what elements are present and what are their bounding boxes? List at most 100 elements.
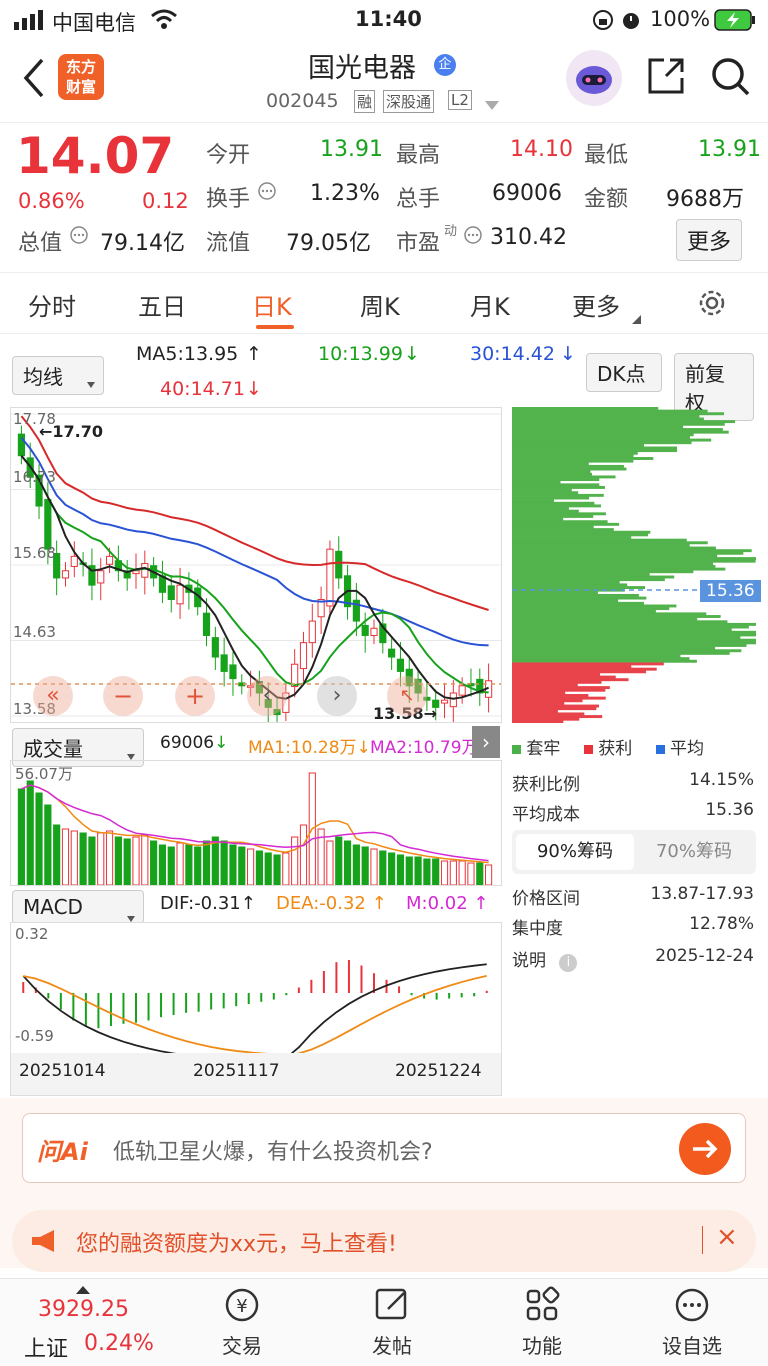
wifi-icon <box>150 8 178 35</box>
chip-row <box>512 586 645 589</box>
chip-row <box>512 562 714 566</box>
chip-row <box>512 559 756 563</box>
chip-row <box>512 670 647 674</box>
tab-more[interactable]: 更多 <box>572 287 620 322</box>
reset-button[interactable]: ↖ <box>387 676 427 716</box>
macd-m: M:0.02 ↑ <box>406 893 489 914</box>
chip-row <box>512 441 692 445</box>
chip-row <box>512 704 600 708</box>
volume-bar <box>291 836 299 885</box>
macd-select-label: MACD <box>23 895 83 919</box>
financing-notice[interactable]: 您的融资额度为xx元，马上查看! × <box>12 1210 756 1272</box>
scroll-left-button[interactable]: ‹ <box>247 676 287 716</box>
open-label: 今开 <box>206 143 251 168</box>
chip-distribution-chart: 15.36 <box>510 407 761 723</box>
zoom-in-button[interactable]: + <box>175 676 215 716</box>
expand-arrow-icon[interactable]: › <box>472 726 500 758</box>
scroll-left-fast-button[interactable]: « <box>33 676 73 716</box>
chip-row <box>512 543 690 547</box>
info-icon[interactable]: i <box>559 954 578 972</box>
nav-function[interactable]: 功能 <box>492 1285 592 1359</box>
volume-bar <box>343 840 352 885</box>
nav-watchlist[interactable]: 设自选 <box>642 1285 742 1359</box>
volume-bar <box>361 846 369 885</box>
chip-row <box>512 520 608 524</box>
ai-submit-arrow-icon[interactable] <box>679 1123 731 1175</box>
index-pct[interactable]: 0.24% <box>84 1331 154 1356</box>
chip-row <box>512 422 725 426</box>
chip-row <box>512 612 707 616</box>
chip-row <box>512 630 756 634</box>
date-mid: 20251117 <box>193 1061 280 1081</box>
volume-bar <box>167 846 175 885</box>
zoom-out-button[interactable]: − <box>103 676 143 716</box>
chip-row <box>512 567 726 571</box>
dropdown-arrow-icon[interactable] <box>485 96 499 115</box>
volume-bar <box>17 788 25 885</box>
index-value[interactable]: 3929.25 <box>38 1297 129 1322</box>
robot-avatar-icon[interactable] <box>566 50 622 106</box>
chip-row <box>512 507 569 510</box>
share-icon[interactable] <box>646 56 686 100</box>
quote-panel: 14.07 0.86% 0.12 总值 79.14亿 今开 13.91 最高 1… <box>0 122 768 272</box>
brand-logo[interactable]: 东方 财富 <box>58 54 104 100</box>
tab-chip-90[interactable]: 90%筹码 <box>516 834 634 870</box>
pe-value: 310.42 <box>490 225 567 250</box>
volume-bar <box>414 856 422 885</box>
chip-row <box>512 615 721 618</box>
dk-points-button[interactable]: DK点 <box>586 353 662 392</box>
tab-daily-k[interactable]: 日K <box>252 287 292 322</box>
chip-row <box>512 525 594 529</box>
turnover-value: 1.23% <box>310 181 380 206</box>
candle-up <box>70 555 78 567</box>
legend-trapped: 套牢 <box>526 739 561 759</box>
date-start: 20251014 <box>19 1061 106 1081</box>
chip-row <box>512 591 598 595</box>
tab-intraday[interactable]: 分时 <box>28 287 76 322</box>
volume-bar <box>423 858 431 885</box>
scroll-right-button[interactable]: › <box>317 676 357 716</box>
indicator-select[interactable]: 均线 <box>12 356 104 395</box>
tab-weekly-k[interactable]: 周K <box>360 287 400 322</box>
tab-chip-70[interactable]: 70%筹码 <box>636 834 752 870</box>
nav-post[interactable]: 发帖 <box>342 1285 442 1359</box>
mcap-value: 79.14亿 <box>100 231 185 256</box>
volume-bar <box>247 848 255 885</box>
index-name[interactable]: 上证 <box>24 1331 68 1363</box>
nav-post-label: 发帖 <box>372 1334 412 1358</box>
pe-sup: 动 <box>444 224 458 239</box>
candle-down <box>220 654 228 672</box>
signal-icon <box>14 10 44 35</box>
battery-icon <box>714 9 756 36</box>
more-button[interactable]: 更多 <box>676 219 743 261</box>
macd-chart: 0.32 -0.59 20251014 20251117 20251224 <box>10 922 502 1096</box>
volume-bar <box>467 862 475 885</box>
chip-row <box>512 622 756 626</box>
candle-up <box>370 627 378 636</box>
chip-row <box>512 686 610 690</box>
chip-row <box>512 443 645 447</box>
ai-search-bar[interactable]: 问Ai 低轨卫星火爆，有什么投资机会? <box>22 1113 746 1183</box>
tab-5day[interactable]: 五日 <box>138 287 186 322</box>
kline-chart[interactable]: 17.78 16.73 15.68 14.63 13.58 ←17.70 13.… <box>10 407 502 723</box>
brand-line2: 财富 <box>65 78 96 96</box>
info-icon[interactable] <box>70 226 88 248</box>
chip-row <box>512 654 681 658</box>
volume-bar <box>229 844 237 885</box>
info-icon[interactable] <box>464 226 482 248</box>
chip-row <box>512 549 752 553</box>
close-icon[interactable]: × <box>716 1222 738 1252</box>
info-icon[interactable] <box>258 182 276 204</box>
edit-icon <box>342 1285 442 1330</box>
gear-icon[interactable] <box>696 287 728 323</box>
nav-trade[interactable]: ¥ 交易 <box>192 1285 292 1359</box>
volume-bar <box>405 856 413 885</box>
chip-row <box>512 709 558 713</box>
macd-select[interactable]: MACD <box>12 890 144 924</box>
candle-down <box>44 499 52 550</box>
ma30-line <box>20 437 489 647</box>
tab-monthly-k[interactable]: 月K <box>470 287 510 322</box>
back-arrow-icon[interactable] <box>18 56 48 104</box>
stock-name: 国光电器 <box>308 53 416 84</box>
search-icon[interactable] <box>710 56 752 102</box>
